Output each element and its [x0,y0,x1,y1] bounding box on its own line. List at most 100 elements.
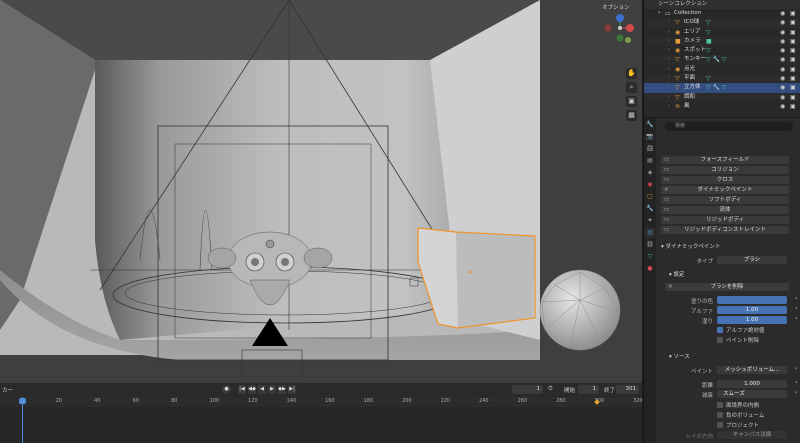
world-tab-icon[interactable]: ◉ [645,180,655,190]
zoom-icon[interactable]: ⌕ [626,82,637,93]
animate-dot-icon[interactable]: • [795,316,798,322]
visibility-eye-icon[interactable]: ◉ [780,9,785,18]
falloff-select[interactable]: スムーズ [717,390,787,398]
expand-arrow-icon[interactable]: › [668,74,670,83]
outliner-item-name[interactable]: モンキー [684,55,706,64]
render-camera-icon[interactable]: ▣ [790,9,796,18]
visibility-eye-icon[interactable]: ◉ [780,74,785,83]
outliner-row[interactable]: › ▽ 立方体 ▽ 🔧 ▽ ◉ ▣ [644,83,800,93]
expand-arrow-icon[interactable]: › [668,93,670,102]
outliner-row[interactable]: › ■ カメラ ■ ◉ ▣ [644,36,800,47]
outliner-row[interactable]: › ◉ エリア ▽ ◉ ▣ [644,28,800,37]
render-camera-icon[interactable]: ▣ [790,102,796,111]
render-camera-icon[interactable]: ▣ [790,83,796,92]
visibility-eye-icon[interactable]: ◉ [780,18,785,27]
settings-header[interactable]: ▾ 設定 [669,270,685,278]
jump-start-icon[interactable]: |◀ [238,385,246,394]
outliner-panel[interactable]: シーンコレクション ▾ ▭ Collection ◉ ▣ › ▽ ICO球 ▽ ◉ ▣ › ◉ エリア ▽ ◉… [643,0,800,117]
record-icon[interactable]: ● [222,385,231,394]
animate-dot-icon[interactable]: • [795,366,798,372]
render-tab-icon[interactable]: 📷 [645,132,655,142]
animate-dot-icon[interactable]: • [795,296,798,302]
outliner-row[interactable]: ▾ ▭ Collection ◉ ▣ [644,9,800,18]
constraints-tab-icon[interactable]: ⛓ [645,240,655,250]
output-tab-icon[interactable]: 🖨 [645,144,655,154]
animate-dot-icon[interactable]: • [795,380,798,386]
render-camera-icon[interactable]: ▣ [790,55,796,64]
outliner-item-name[interactable]: ICO球 [684,18,699,27]
outliner-row[interactable]: › ◉ スポット ▽ ◉ ▣ [644,46,800,55]
physics-button[interactable]: ▭ 流体 [661,206,789,214]
particles-tab-icon[interactable]: ✦ [645,216,655,226]
render-camera-icon[interactable]: ▣ [790,28,796,37]
next-key-icon[interactable]: ◆▶ [278,385,286,394]
properties-search-input[interactable]: 検索 [665,122,793,131]
visibility-eye-icon[interactable]: ◉ [780,37,785,46]
absolute-alpha-checkbox[interactable]: アルファ絶対値 [717,326,764,334]
prev-key-icon[interactable]: ◀◆ [248,385,256,394]
timeline-editor[interactable]: カー ● |◀ ◀◆ ◀ ▶ ◆▶ ▶| 1 ⏱ 開始 1 終了 301 120… [0,383,643,443]
outliner-item-name[interactable]: 調和 [684,93,695,102]
ray-direction-select[interactable]: キャンバス法線 [717,431,787,439]
wetness-slider[interactable]: 1.00 [717,316,787,324]
expand-arrow-icon[interactable]: › [668,102,670,111]
erase-paint-checkbox[interactable]: ペイント削除 [717,336,759,344]
outliner-item-name[interactable]: スポット [684,46,706,55]
expand-arrow-icon[interactable]: › [668,83,670,92]
physics-button[interactable]: ▭ リジッドボディ [661,216,789,224]
render-camera-icon[interactable]: ▣ [790,18,796,27]
physics-button[interactable]: ✕ ダイナミックペイント [661,186,789,194]
remove-brush-button[interactable]: ✕ ブラシを削除 [665,283,789,291]
end-frame-field[interactable]: 301 [616,385,639,394]
options-menu[interactable]: オプション [602,3,630,11]
expand-arrow-icon[interactable]: › [668,28,670,37]
outliner-item-name[interactable]: Collection [674,9,701,18]
render-camera-icon[interactable]: ▣ [790,46,796,55]
scene-tab-icon[interactable]: ◈ [645,168,655,178]
outliner-row[interactable]: › ◉ 点光 ◉ ▣ [644,65,800,74]
expand-arrow-icon[interactable]: › [668,65,670,74]
physics-button[interactable]: ▭ フォースフィールド [661,156,789,164]
expand-arrow-icon[interactable]: › [668,55,670,64]
outliner-item-name[interactable]: 風 [684,102,690,111]
visibility-eye-icon[interactable]: ◉ [780,65,785,74]
animate-dot-icon[interactable]: • [795,390,798,396]
tool-tab-icon[interactable]: 🔧 [645,120,655,130]
properties-panel[interactable]: 🔧 📷 🖨 ▤ ◈ ◉ ▢ 🔧 ✦ ◎ ⛓ ▽ ● 検索 ▭ フォースフィールド ▭… [643,118,800,443]
animate-dot-icon[interactable]: • [795,306,798,312]
physics-tab-icon[interactable]: ◎ [645,228,655,238]
visibility-eye-icon[interactable]: ◉ [780,55,785,64]
timeline-marker-menu[interactable]: カー [2,386,13,394]
start-frame-field[interactable]: 1 [578,385,599,394]
outliner-item-name[interactable]: エリア [684,28,701,37]
3d-viewport[interactable]: オプション ✋ ⌕ ▣ ▦ [0,0,642,383]
project-checkbox[interactable]: プロジェクト [717,421,759,429]
outliner-row[interactable]: › ▽ 調和 ◉ ▣ [644,92,800,102]
play-icon[interactable]: ▶ [268,385,276,394]
camera-view-icon[interactable]: ▣ [626,96,637,107]
render-camera-icon[interactable]: ▣ [790,37,796,46]
visibility-eye-icon[interactable]: ◉ [780,46,785,55]
visibility-eye-icon[interactable]: ◉ [780,28,785,37]
physics-button[interactable]: ▭ リジッドボディコンストレイント [661,226,789,234]
render-camera-icon[interactable]: ▣ [790,93,796,102]
type-select[interactable]: ブラシ [717,256,787,264]
perspective-icon[interactable]: ▦ [626,110,637,121]
paint-source-select[interactable]: メッシュボリューム... [717,366,787,374]
outliner-item-name[interactable]: 平面 [684,74,695,83]
current-frame-field[interactable]: 1 [512,385,543,394]
playhead[interactable] [22,397,23,443]
expand-arrow-icon[interactable]: › [668,37,670,46]
source-header[interactable]: ▾ ソース [669,352,690,360]
paint-color-swatch[interactable] [717,296,787,304]
frame-ruler[interactable]: 1204060801001201401601802002202402602803… [0,397,643,407]
clock-icon[interactable]: ⏱ [548,385,553,393]
outliner-row[interactable]: › ▽ モンキー ▽ 🔧 ▽ ◉ ▣ [644,55,800,65]
visibility-eye-icon[interactable]: ◉ [780,83,785,92]
physics-button[interactable]: ▭ クロス [661,176,789,184]
expand-arrow-icon[interactable]: › [668,18,670,27]
outliner-row[interactable]: › ≋ 風 ◉ ▣ [644,102,800,111]
distance-field[interactable]: 1.000 [717,380,787,388]
outliner-item-name[interactable]: カメラ [684,37,701,46]
play-reverse-icon[interactable]: ◀ [258,385,266,394]
